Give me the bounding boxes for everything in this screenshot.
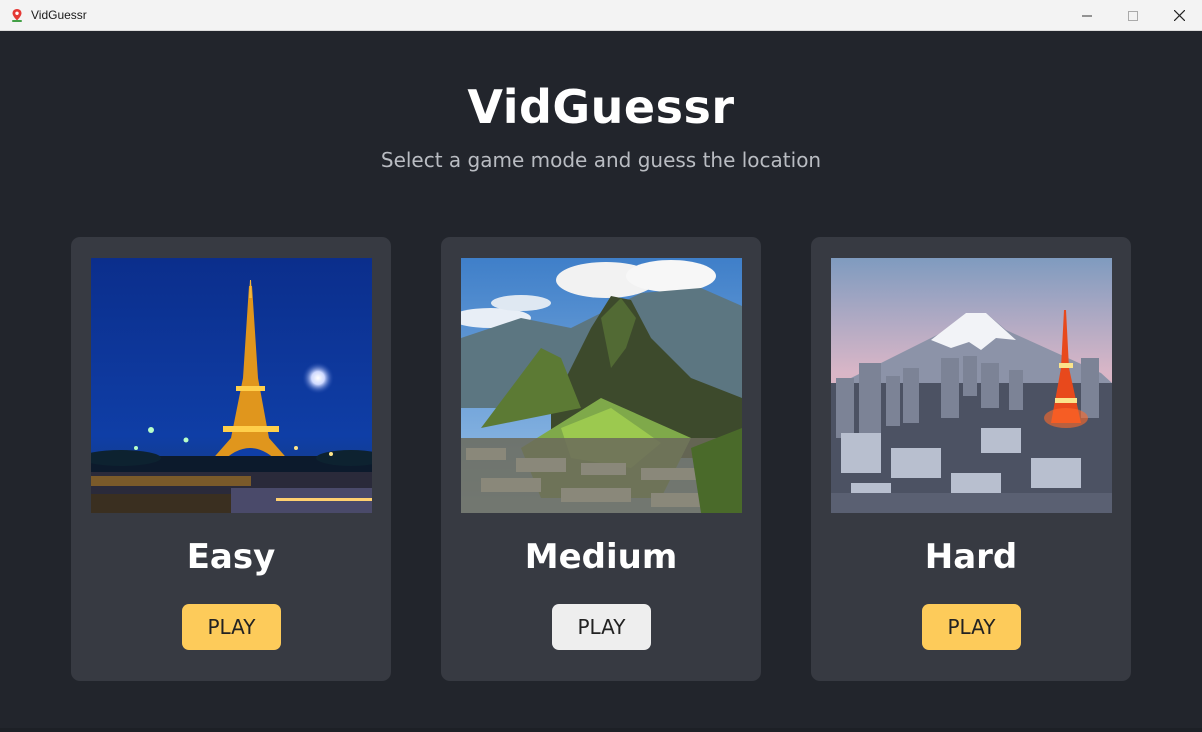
close-button[interactable] xyxy=(1156,0,1202,31)
eiffel-tower-image xyxy=(91,258,372,513)
title-bar[interactable]: VidGuessr xyxy=(0,0,1202,31)
mode-card-easy: Easy PLAY xyxy=(71,237,391,681)
close-icon xyxy=(1173,10,1185,21)
window-title: VidGuessr xyxy=(31,8,87,22)
play-medium-button[interactable]: PLAY xyxy=(552,604,651,650)
minimize-button[interactable] xyxy=(1064,0,1110,31)
play-hard-button[interactable]: PLAY xyxy=(922,604,1021,650)
mode-title: Easy xyxy=(186,537,276,577)
mode-card-medium: Medium PLAY xyxy=(441,237,761,681)
map-pin-icon xyxy=(12,9,22,22)
tokyo-image xyxy=(831,258,1112,513)
minimize-icon xyxy=(1082,15,1092,16)
maximize-icon xyxy=(1128,10,1138,21)
machu-picchu-image xyxy=(461,258,742,513)
mode-title: Hard xyxy=(924,537,1018,577)
play-easy-button[interactable]: PLAY xyxy=(182,604,281,650)
page-title: VidGuessr xyxy=(467,80,735,134)
mode-title: Medium xyxy=(524,537,678,577)
page-subtitle: Select a game mode and guess the locatio… xyxy=(380,148,822,172)
maximize-button[interactable] xyxy=(1110,0,1156,31)
mode-card-hard: Hard PLAY xyxy=(811,237,1131,681)
window-bottom-edge xyxy=(0,728,1202,732)
app-window: VidGuessr VidGuessr Select a game mode a… xyxy=(0,0,1202,732)
